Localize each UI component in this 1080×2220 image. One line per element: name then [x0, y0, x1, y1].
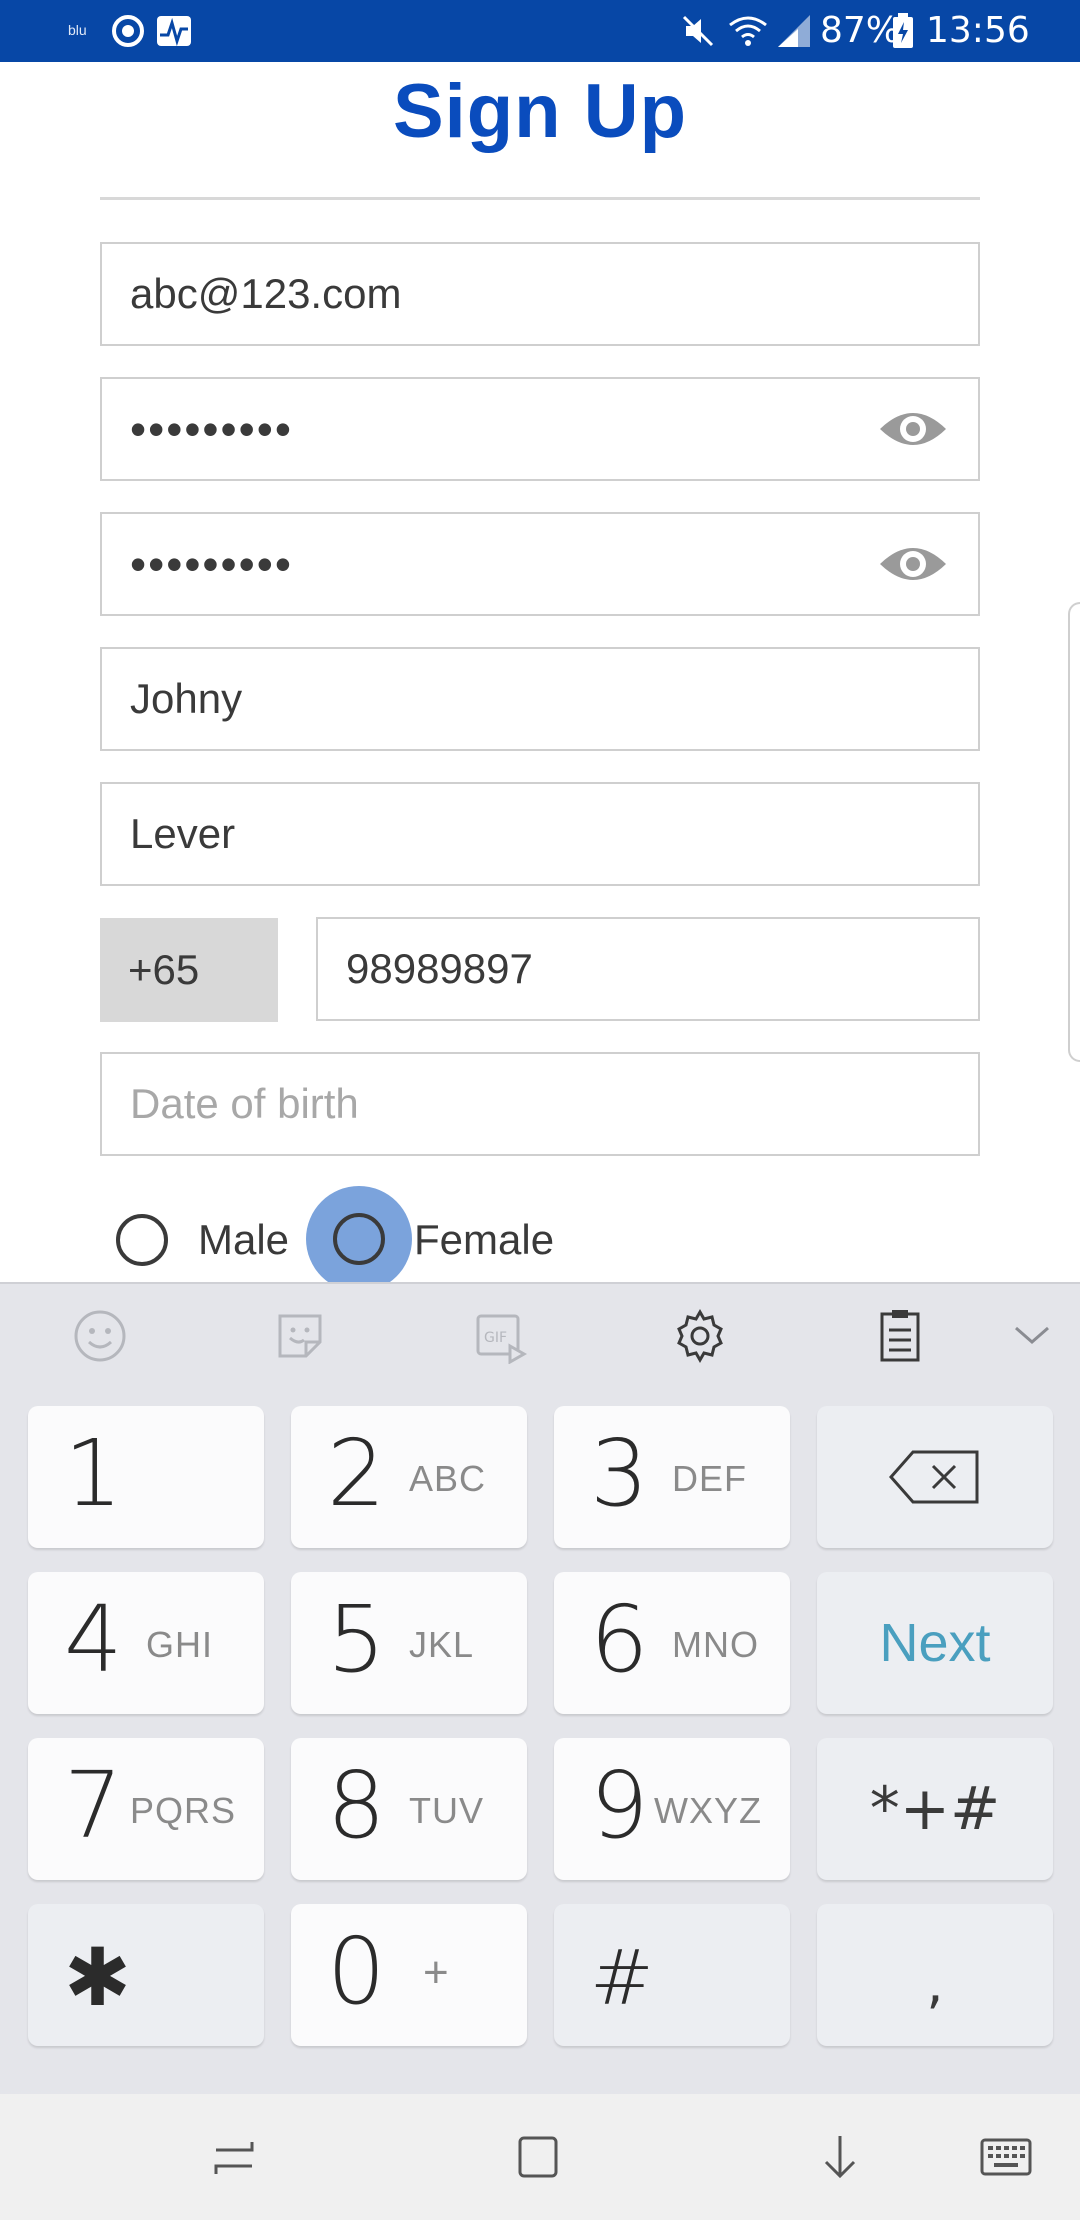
key-6-digit: 6	[590, 1586, 649, 1693]
country-code-value: +65	[128, 946, 200, 993]
next-label: Next	[879, 1613, 991, 1673]
wifi-icon	[726, 12, 770, 50]
key-8-letters: TUV	[409, 1790, 484, 1831]
settings-icon[interactable]	[672, 1308, 728, 1364]
backspace-key[interactable]	[817, 1406, 1053, 1548]
key-3[interactable]: 3 DEF	[554, 1406, 790, 1548]
key-5-digit: 5	[327, 1586, 386, 1693]
male-radio[interactable]	[116, 1214, 168, 1266]
clock: 13:56	[926, 10, 1030, 51]
key-0-digit: 0	[327, 1918, 386, 2025]
key-8-digit: 8	[327, 1752, 386, 1859]
numeric-keyboard: 1 2 ABC 3 DEF 4 GHI 5 JKL 6 MNO Next 7 P…	[0, 1388, 1080, 2094]
clipboard-icon[interactable]	[872, 1308, 928, 1364]
key-3-digit: 3	[590, 1420, 649, 1527]
asterisk-label: ✱	[64, 1931, 132, 2024]
email-field[interactable]: abc@123.com	[100, 242, 980, 346]
signal-icon	[774, 12, 814, 50]
male-label[interactable]: Male	[198, 1210, 289, 1270]
page-title: Sign Up	[392, 69, 688, 154]
collapse-keyboard-icon[interactable]	[1004, 1308, 1060, 1364]
key-6[interactable]: 6 MNO	[554, 1572, 790, 1714]
country-code-selector[interactable]: +65	[100, 918, 278, 1022]
dob-placeholder: Date of birth	[130, 1080, 359, 1127]
key-3-letters: DEF	[672, 1458, 747, 1499]
key-2[interactable]: 2 ABC	[291, 1406, 527, 1548]
key-6-letters: MNO	[672, 1624, 759, 1665]
gender-radio-group: Male Female	[0, 1186, 1080, 1292]
key-2-letters: ABC	[409, 1458, 487, 1499]
last-name-value: Lever	[130, 810, 236, 857]
keyboard-switch-icon[interactable]	[976, 2132, 1036, 2182]
home-icon[interactable]	[508, 2132, 568, 2182]
first-name-value: Johny	[130, 675, 243, 722]
next-key[interactable]: Next	[817, 1572, 1053, 1714]
backspace-icon	[817, 1406, 1053, 1548]
phone-number-value: 98989897	[346, 945, 533, 992]
emoji-icon[interactable]	[72, 1308, 128, 1364]
symbols-key[interactable]: *+#	[817, 1738, 1053, 1880]
confirm-password-value: •••••••••	[130, 538, 293, 590]
key-9[interactable]: 9 WXYZ	[554, 1738, 790, 1880]
comma-label: ,	[926, 1951, 944, 2015]
title-divider	[100, 197, 980, 200]
key-7[interactable]: 7 PQRS	[28, 1738, 264, 1880]
key-1-digit: 1	[64, 1420, 123, 1527]
key-5[interactable]: 5 JKL	[291, 1572, 527, 1714]
female-label[interactable]: Female	[414, 1210, 554, 1270]
comma-key[interactable]: ,	[817, 1904, 1053, 2046]
navigation-bar	[0, 2094, 1080, 2220]
key-4[interactable]: 4 GHI	[28, 1572, 264, 1714]
show-confirm-password-icon[interactable]	[878, 540, 948, 588]
keyboard-toolbar: GIF	[0, 1282, 1080, 1390]
key-9-digit: 9	[590, 1752, 649, 1859]
key-2-digit: 2	[327, 1420, 386, 1527]
recent-apps-icon[interactable]	[204, 2132, 264, 2182]
key-4-digit: 4	[64, 1586, 123, 1693]
hash-key[interactable]: #	[554, 1904, 790, 2046]
back-hide-keyboard-icon[interactable]	[810, 2132, 870, 2182]
female-radio[interactable]	[333, 1213, 385, 1265]
last-name-field[interactable]: Lever	[100, 782, 980, 886]
email-value: abc@123.com	[130, 270, 402, 317]
sticker-icon[interactable]	[272, 1308, 328, 1364]
mute-icon	[680, 12, 716, 50]
sync-icon	[110, 12, 146, 50]
dob-field[interactable]: Date of birth	[100, 1052, 980, 1156]
key-7-letters: PQRS	[130, 1790, 237, 1831]
battery-percent: 87%	[820, 10, 901, 51]
asterisk-key[interactable]: ✱	[28, 1904, 264, 2046]
key-8[interactable]: 8 TUV	[291, 1738, 527, 1880]
key-4-letters: GHI	[146, 1624, 214, 1665]
symbols-label: *+#	[869, 1774, 1001, 1844]
phone-number-field[interactable]: 98989897	[316, 917, 980, 1021]
battery-charging-icon	[892, 12, 914, 50]
activity-icon	[156, 12, 192, 50]
key-9-letters: WXYZ	[654, 1790, 762, 1831]
password-field[interactable]: •••••••••	[100, 377, 980, 481]
key-0[interactable]: 0 +	[291, 1904, 527, 2046]
carrier-label: blu	[68, 22, 87, 38]
gif-icon[interactable]: GIF	[472, 1308, 528, 1365]
key-1[interactable]: 1	[28, 1406, 264, 1548]
password-value: •••••••••	[130, 403, 293, 455]
svg-text:GIF: GIF	[484, 1330, 507, 1346]
show-password-icon[interactable]	[878, 405, 948, 453]
key-5-letters: JKL	[409, 1624, 475, 1665]
confirm-password-field[interactable]: •••••••••	[100, 512, 980, 616]
status-bar: blu 87% 13:56	[0, 0, 1080, 62]
hash-label: #	[590, 1933, 654, 2022]
edge-panel-handle[interactable]	[1068, 602, 1080, 1062]
first-name-field[interactable]: Johny	[100, 647, 980, 751]
key-7-digit: 7	[64, 1752, 123, 1859]
key-0-plus: +	[423, 1948, 450, 1997]
